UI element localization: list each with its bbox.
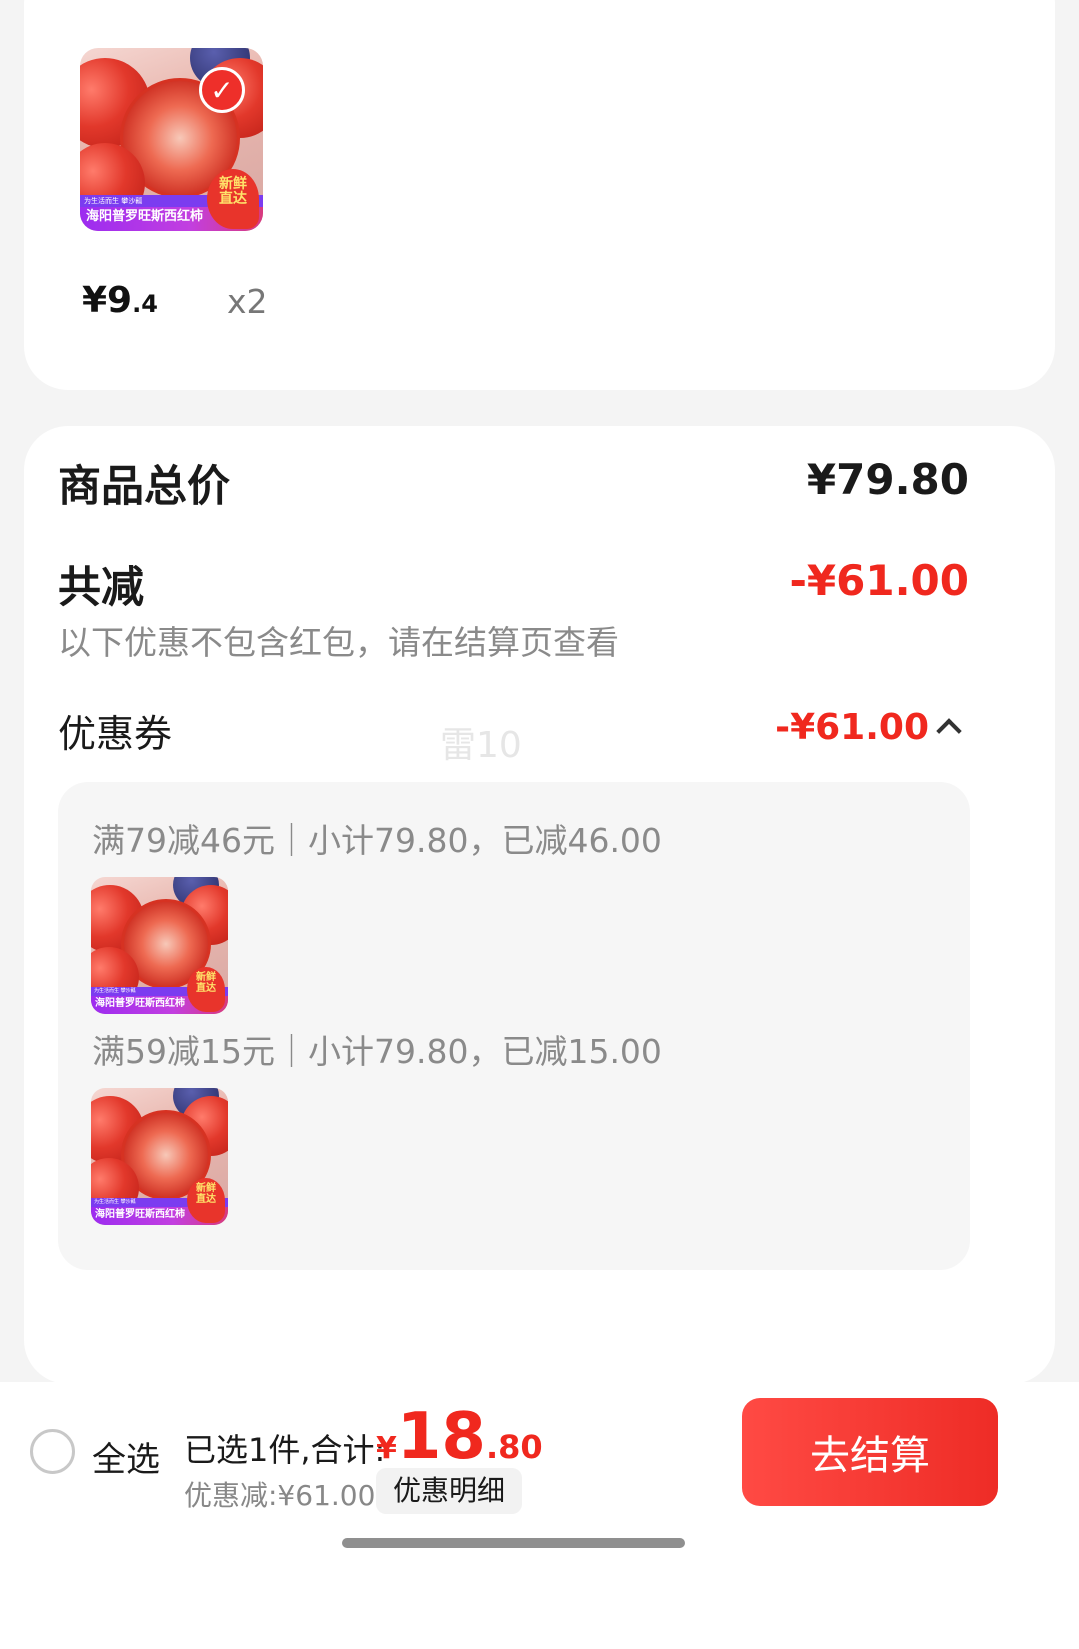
product-quantity: x2	[227, 282, 268, 321]
price-integer: ¥9	[82, 280, 133, 321]
image-badge: 新鲜 直达	[187, 967, 225, 1012]
price-decimal: .4	[132, 290, 158, 318]
select-all-label[interactable]: 全选	[92, 1432, 160, 1481]
discount-detail-button[interactable]: 优惠明细	[376, 1468, 522, 1514]
image-banner-text: 海阳普罗旺斯西红柿	[95, 998, 185, 1009]
coupon-value[interactable]: -¥61.00	[775, 707, 929, 748]
image-banner-text: 海阳普罗旺斯西红柿	[95, 1209, 185, 1220]
goods-total-label: 商品总价	[58, 462, 230, 512]
total-integer: 18	[396, 1400, 486, 1474]
coupon-rule-1: 满79减46元｜小计79.80，已减46.00	[92, 821, 662, 860]
home-indicator[interactable]	[342, 1538, 685, 1548]
image-badge: 新鲜 直达	[207, 169, 259, 229]
coupon-rule-2: 满59减15元｜小计79.80，已减15.00	[92, 1032, 662, 1071]
discount-value: -¥61.00	[789, 556, 969, 605]
discount-label: 共减	[58, 563, 144, 613]
total-symbol: ¥	[376, 1431, 397, 1466]
total-decimal: .80	[485, 1428, 543, 1466]
image-banner-text: 海阳普罗旺斯西红柿	[86, 209, 204, 224]
coupon-label: 优惠券	[58, 712, 173, 756]
discount-amount: 优惠减:¥61.00	[184, 1479, 376, 1512]
coupon-rule-2-product-image: 为生活而生 攀沙瓤 海阳普罗旺斯西红柿 新鲜 直达	[91, 1088, 228, 1225]
select-all-radio[interactable]	[30, 1429, 75, 1474]
product-price: ¥9.4	[82, 280, 158, 321]
selected-count-text: 已选1件,合计:	[184, 1431, 386, 1469]
total-price: ¥18.80	[376, 1400, 543, 1474]
image-badge: 新鲜 直达	[187, 1178, 225, 1223]
discount-note: 以下优惠不包含红包，请在结算页查看	[58, 623, 619, 662]
coupon-rule-1-product-image: 为生活而生 攀沙瓤 海阳普罗旺斯西红柿 新鲜 直达	[91, 877, 228, 1014]
watermark: 雷10	[440, 725, 522, 766]
checkout-button[interactable]: 去结算	[742, 1398, 998, 1506]
selected-check-icon[interactable]: ✓	[199, 67, 245, 113]
goods-total-value: ¥79.80	[806, 455, 969, 504]
